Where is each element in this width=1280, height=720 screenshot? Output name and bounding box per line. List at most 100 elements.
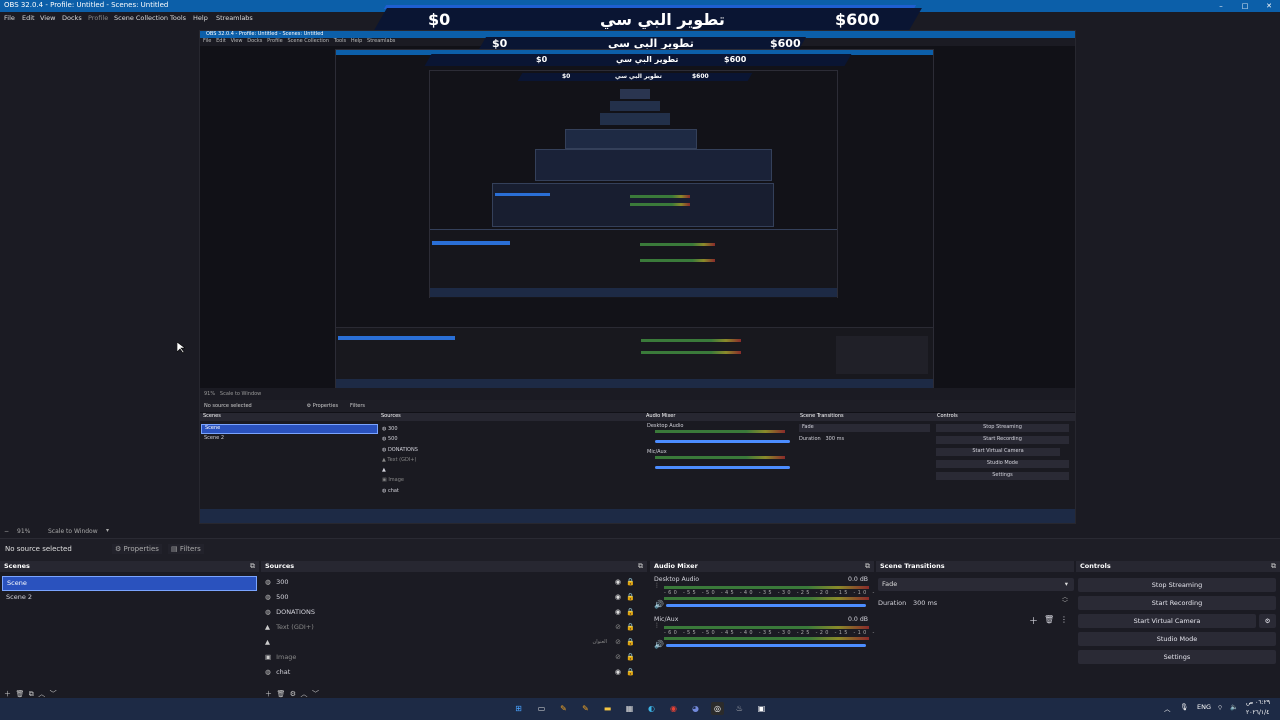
chrome-icon[interactable]: ◉ xyxy=(667,702,680,715)
gear-icon[interactable]: ⚙ xyxy=(1259,614,1276,628)
source-extra-text: العنوان xyxy=(592,639,607,645)
controls-title: Controls xyxy=(1076,561,1280,572)
stepper-icon[interactable]: ︿ ﹀ xyxy=(1062,595,1068,607)
close-icon[interactable]: ✕ xyxy=(1262,1,1276,11)
banner-right-amount: $600 xyxy=(835,10,880,29)
start-virtual-camera-button[interactable]: Start Virtual Camera xyxy=(1078,614,1256,628)
clock-time[interactable]: ٠٦:٢٩ ص xyxy=(1246,699,1270,706)
duration-input[interactable]: 300 ms xyxy=(913,599,937,607)
trash-icon[interactable]: 🗑 xyxy=(1044,615,1054,624)
volume-icon[interactable]: 🔈 xyxy=(1230,703,1238,711)
store-icon[interactable]: ▦ xyxy=(623,702,636,715)
edge-icon[interactable]: ◐ xyxy=(645,702,658,715)
source-item[interactable]: ▣ Image ⊘ 🔒 xyxy=(265,650,643,664)
obs-icon[interactable]: ◎ xyxy=(711,702,724,715)
source-item[interactable]: ◍ chat ◉ 🔒 xyxy=(265,665,643,679)
menu-profile[interactable]: Profile xyxy=(88,14,108,22)
globe-icon: ◍ xyxy=(265,593,271,601)
lock-icon[interactable]: 🔒 xyxy=(626,665,635,679)
minimize-icon[interactable]: – xyxy=(1214,1,1228,11)
dock-float-icon[interactable]: ⧉ xyxy=(1271,562,1276,571)
more-icon[interactable]: ⋮ xyxy=(654,582,660,589)
lock-icon[interactable]: 🔒 xyxy=(626,635,635,649)
menu-docks[interactable]: Docks xyxy=(62,14,82,22)
start-recording-button[interactable]: Start Recording xyxy=(1078,596,1276,610)
lock-icon[interactable]: 🔒 xyxy=(626,590,635,604)
more-icon[interactable]: ⋮ xyxy=(1060,615,1068,624)
file-explorer-icon[interactable]: ▬ xyxy=(601,702,614,715)
eye-icon[interactable]: ◉ xyxy=(615,590,621,604)
scene-item[interactable]: Scene 2 xyxy=(2,591,257,604)
menu-help[interactable]: Help xyxy=(193,14,208,22)
studio-mode-button[interactable]: Studio Mode xyxy=(1078,632,1276,646)
chevron-up-icon[interactable]: ︿ xyxy=(1164,703,1171,713)
language-indicator[interactable]: ENG xyxy=(1197,703,1211,711)
eye-off-icon[interactable]: ⊘ xyxy=(615,635,621,649)
eye-icon[interactable]: ◉ xyxy=(615,665,621,679)
properties-button[interactable]: ⚙ Properties xyxy=(112,544,162,554)
no-source-label: No source selected xyxy=(5,545,72,553)
speaker-icon[interactable]: 🔊 xyxy=(654,640,664,649)
mic-icon[interactable]: 🎙 xyxy=(1180,703,1188,711)
menu-edit[interactable]: Edit xyxy=(22,14,35,22)
more-icon[interactable]: ⋮ xyxy=(654,622,660,629)
channel-db: 0.0 dB xyxy=(848,576,868,583)
menu-streamlabs[interactable]: Streamlabs xyxy=(216,14,253,22)
lock-icon[interactable]: 🔒 xyxy=(626,650,635,664)
volume-slider[interactable] xyxy=(666,604,866,607)
sources-title: Sources xyxy=(261,561,647,572)
source-item[interactable]: ◍ DONATIONS ◉ 🔒 xyxy=(265,605,643,619)
filters-button[interactable]: ▤ Filters xyxy=(168,544,204,554)
wifi-icon[interactable]: ⌔ xyxy=(1217,703,1223,712)
steam-icon[interactable]: ♨ xyxy=(733,702,746,715)
task-view-icon[interactable]: ▭ xyxy=(535,702,548,715)
lock-icon[interactable]: 🔒 xyxy=(626,605,635,619)
mouse-cursor-icon xyxy=(177,342,185,354)
clock-date[interactable]: ٢٠٢٦/١/٤ xyxy=(1246,709,1269,716)
menu-scene-collection[interactable]: Scene Collection xyxy=(114,14,168,22)
eye-off-icon[interactable]: ⊘ xyxy=(615,650,621,664)
scale-mode-select[interactable]: Scale to Window xyxy=(48,528,98,535)
epic-games-icon[interactable]: ▣ xyxy=(755,702,768,715)
zoom-level: 91% xyxy=(17,528,31,535)
volume-slider[interactable] xyxy=(666,644,866,647)
add-icon[interactable]: ＋ xyxy=(1029,614,1038,627)
nested-source-toolbar: No source selected ⚙ Properties Filters xyxy=(200,400,1075,412)
source-item[interactable]: ▲ Text (GDI+) ⊘ 🔒 xyxy=(265,620,643,634)
menu-view[interactable]: View xyxy=(40,14,55,22)
dock-float-icon[interactable]: ⧉ xyxy=(865,562,870,571)
source-toolbar: No source selected ⚙ Properties ▤ Filter… xyxy=(0,538,1280,561)
stop-streaming-button[interactable]: Stop Streaming xyxy=(1078,578,1276,592)
source-item[interactable]: ▲ العنوان ⊘ 🔒 xyxy=(265,635,643,649)
text-icon: ▲ xyxy=(265,638,270,646)
lock-icon[interactable]: 🔒 xyxy=(626,575,635,589)
dock-float-icon[interactable]: ⧉ xyxy=(638,562,643,571)
pencil-app-icon[interactable]: ✎ xyxy=(557,702,570,715)
source-item[interactable]: ◍ 500 ◉ 🔒 xyxy=(265,590,643,604)
channel-db: 0.0 dB xyxy=(848,616,868,623)
speaker-icon[interactable]: 🔊 xyxy=(654,600,664,609)
source-item[interactable]: ◍ 300 ◉ 🔒 xyxy=(265,575,643,589)
settings-button[interactable]: Settings xyxy=(1078,650,1276,664)
windows-start-icon[interactable]: ⊞ xyxy=(512,702,525,715)
preview-canvas[interactable]: OBS 32.0.4 - Profile: Untitled - Scenes:… xyxy=(199,30,1076,524)
menu-tools[interactable]: Tools xyxy=(170,14,186,22)
eye-icon[interactable]: ◉ xyxy=(615,575,621,589)
discord-icon[interactable]: ◕ xyxy=(689,702,702,715)
window-title: OBS 32.0.4 - Profile: Untitled - Scenes:… xyxy=(4,1,169,9)
maximize-icon[interactable]: □ xyxy=(1238,1,1252,11)
nested-docks: Scenes Scene Scene 2 Sources ◍ 300 ◍ 500 ◍… xyxy=(200,413,1075,513)
preview-controls: − 91% Scale to Window ▾ xyxy=(0,524,1280,538)
pencil-app-icon-2[interactable]: ✎ xyxy=(579,702,592,715)
dock-float-icon[interactable]: ⧉ xyxy=(250,562,255,571)
chevron-down-icon[interactable]: ▾ xyxy=(106,527,109,534)
audio-mixer-dock: Audio Mixer ⧉ Desktop Audio 0.0 dB -60 -… xyxy=(650,561,889,701)
globe-icon: ◍ xyxy=(265,608,271,616)
eye-icon[interactable]: ◉ xyxy=(615,605,621,619)
zoom-minus[interactable]: − xyxy=(4,528,9,535)
transition-select[interactable]: Fade ▾ xyxy=(878,578,1074,591)
scene-item[interactable]: Scene xyxy=(2,576,257,591)
lock-icon[interactable]: 🔒 xyxy=(626,620,635,634)
menu-file[interactable]: File xyxy=(4,14,15,22)
eye-off-icon[interactable]: ⊘ xyxy=(615,620,621,634)
